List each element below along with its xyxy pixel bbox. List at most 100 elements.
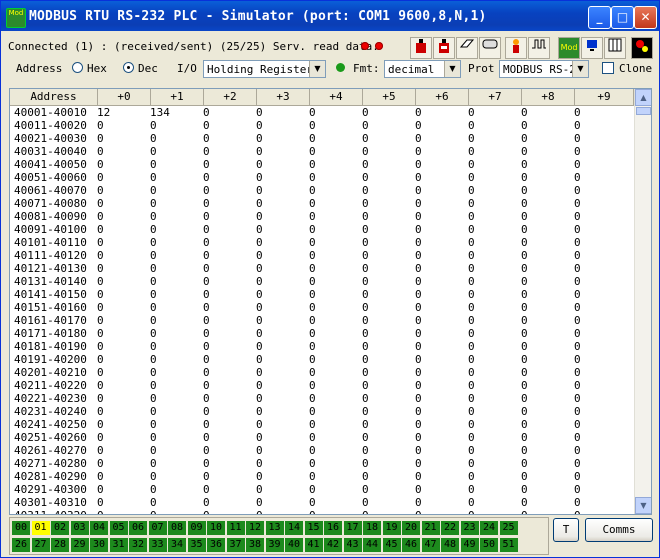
register-cell[interactable]: 0: [256, 327, 263, 340]
register-cell[interactable]: 0: [203, 106, 210, 119]
register-cell[interactable]: 0: [97, 431, 104, 444]
tape-icon[interactable]: [479, 37, 501, 59]
register-cell[interactable]: 0: [256, 509, 263, 514]
register-cell[interactable]: 0: [468, 392, 475, 405]
scroll-up-icon[interactable]: ▲: [635, 89, 651, 106]
register-cell[interactable]: 0: [309, 119, 316, 132]
register-cell[interactable]: 0: [415, 171, 422, 184]
register-cell[interactable]: 0: [415, 431, 422, 444]
register-cell[interactable]: 0: [309, 249, 316, 262]
register-cell[interactable]: 0: [150, 171, 157, 184]
register-cell[interactable]: 0: [309, 431, 316, 444]
signal-icon[interactable]: [528, 37, 550, 59]
register-cell[interactable]: 0: [521, 301, 528, 314]
register-cell[interactable]: 0: [97, 314, 104, 327]
register-cell[interactable]: 0: [150, 236, 157, 249]
register-cell[interactable]: 0: [521, 275, 528, 288]
register-cell[interactable]: 0: [97, 236, 104, 249]
register-cell[interactable]: 0: [97, 392, 104, 405]
register-cell[interactable]: 0: [362, 106, 369, 119]
register-cell[interactable]: 0: [521, 158, 528, 171]
register-cell[interactable]: 0: [468, 171, 475, 184]
register-cell[interactable]: 0: [521, 197, 528, 210]
register-cell[interactable]: 0: [97, 418, 104, 431]
register-cell[interactable]: 0: [574, 457, 581, 470]
register-cell[interactable]: 0: [468, 119, 475, 132]
column-header[interactable]: +1: [151, 89, 204, 105]
register-cell[interactable]: 0: [521, 496, 528, 509]
register-cell[interactable]: 0: [309, 418, 316, 431]
scroll-down-icon[interactable]: ▼: [635, 497, 651, 514]
register-cell[interactable]: 0: [362, 457, 369, 470]
register-cell[interactable]: 0: [574, 197, 581, 210]
register-cell[interactable]: 0: [574, 366, 581, 379]
register-cell[interactable]: 0: [256, 197, 263, 210]
coil-indicator[interactable]: 37: [226, 538, 245, 552]
person-icon[interactable]: [505, 37, 527, 59]
column-header[interactable]: +2: [204, 89, 257, 105]
register-cell[interactable]: 0: [468, 301, 475, 314]
register-cell[interactable]: 0: [256, 275, 263, 288]
register-cell[interactable]: 0: [97, 353, 104, 366]
register-cell[interactable]: 0: [150, 223, 157, 236]
register-cell[interactable]: 0: [97, 132, 104, 145]
register-cell[interactable]: 0: [521, 106, 528, 119]
coil-indicator[interactable]: 02: [51, 521, 69, 535]
register-cell[interactable]: 0: [468, 314, 475, 327]
register-cell[interactable]: 0: [150, 275, 157, 288]
register-cell[interactable]: 0: [309, 106, 316, 119]
register-cell[interactable]: 0: [415, 457, 422, 470]
register-cell[interactable]: 0: [256, 483, 263, 496]
register-cell[interactable]: 0: [309, 223, 316, 236]
register-cell[interactable]: 0: [574, 353, 581, 366]
register-cell[interactable]: 0: [309, 275, 316, 288]
register-cell[interactable]: 0: [362, 210, 369, 223]
register-cell[interactable]: 0: [256, 236, 263, 249]
register-cell[interactable]: 0: [203, 262, 210, 275]
register-cell[interactable]: 0: [362, 301, 369, 314]
register-cell[interactable]: 0: [415, 288, 422, 301]
register-cell[interactable]: 0: [256, 288, 263, 301]
register-cell[interactable]: 0: [415, 418, 422, 431]
register-cell[interactable]: 0: [203, 483, 210, 496]
plc-black-icon[interactable]: [433, 37, 455, 59]
coil-indicator[interactable]: 01: [31, 521, 50, 535]
register-cell[interactable]: 0: [415, 249, 422, 262]
register-cell[interactable]: 0: [468, 210, 475, 223]
register-cell[interactable]: 0: [203, 158, 210, 171]
coil-indicator[interactable]: 20: [402, 521, 420, 535]
eraser-icon[interactable]: [456, 37, 478, 59]
register-cell[interactable]: 0: [309, 496, 316, 509]
register-cell[interactable]: 0: [256, 405, 263, 418]
register-cell[interactable]: 0: [150, 249, 157, 262]
register-cell[interactable]: 0: [256, 366, 263, 379]
register-cell[interactable]: 0: [256, 457, 263, 470]
coil-indicator[interactable]: 16: [324, 521, 342, 535]
coil-indicator[interactable]: 09: [187, 521, 206, 535]
register-cell[interactable]: 0: [521, 236, 528, 249]
register-cell[interactable]: 0: [415, 314, 422, 327]
register-cell[interactable]: 0: [468, 353, 475, 366]
register-cell[interactable]: 0: [309, 405, 316, 418]
register-cell[interactable]: 0: [415, 444, 422, 457]
register-cell[interactable]: 0: [203, 457, 210, 470]
clone-checkbox[interactable]: [602, 62, 614, 74]
register-cell[interactable]: 0: [97, 366, 104, 379]
register-cell[interactable]: 0: [468, 158, 475, 171]
hex-radio[interactable]: [72, 62, 83, 73]
register-cell[interactable]: 0: [362, 392, 369, 405]
coil-indicator[interactable]: 18: [363, 521, 381, 535]
register-cell[interactable]: 0: [97, 275, 104, 288]
coil-indicator[interactable]: 26: [12, 538, 30, 552]
register-cell[interactable]: 0: [150, 457, 157, 470]
register-cell[interactable]: 0: [521, 366, 528, 379]
register-cell[interactable]: 0: [97, 210, 104, 223]
plc-red-icon[interactable]: [410, 37, 432, 59]
register-cell[interactable]: 0: [309, 197, 316, 210]
register-cell[interactable]: 0: [150, 379, 157, 392]
register-cell[interactable]: 0: [256, 470, 263, 483]
register-cell[interactable]: 0: [362, 223, 369, 236]
coil-indicator[interactable]: 19: [382, 521, 401, 535]
register-cell[interactable]: 0: [203, 145, 210, 158]
register-cell[interactable]: 0: [150, 288, 157, 301]
